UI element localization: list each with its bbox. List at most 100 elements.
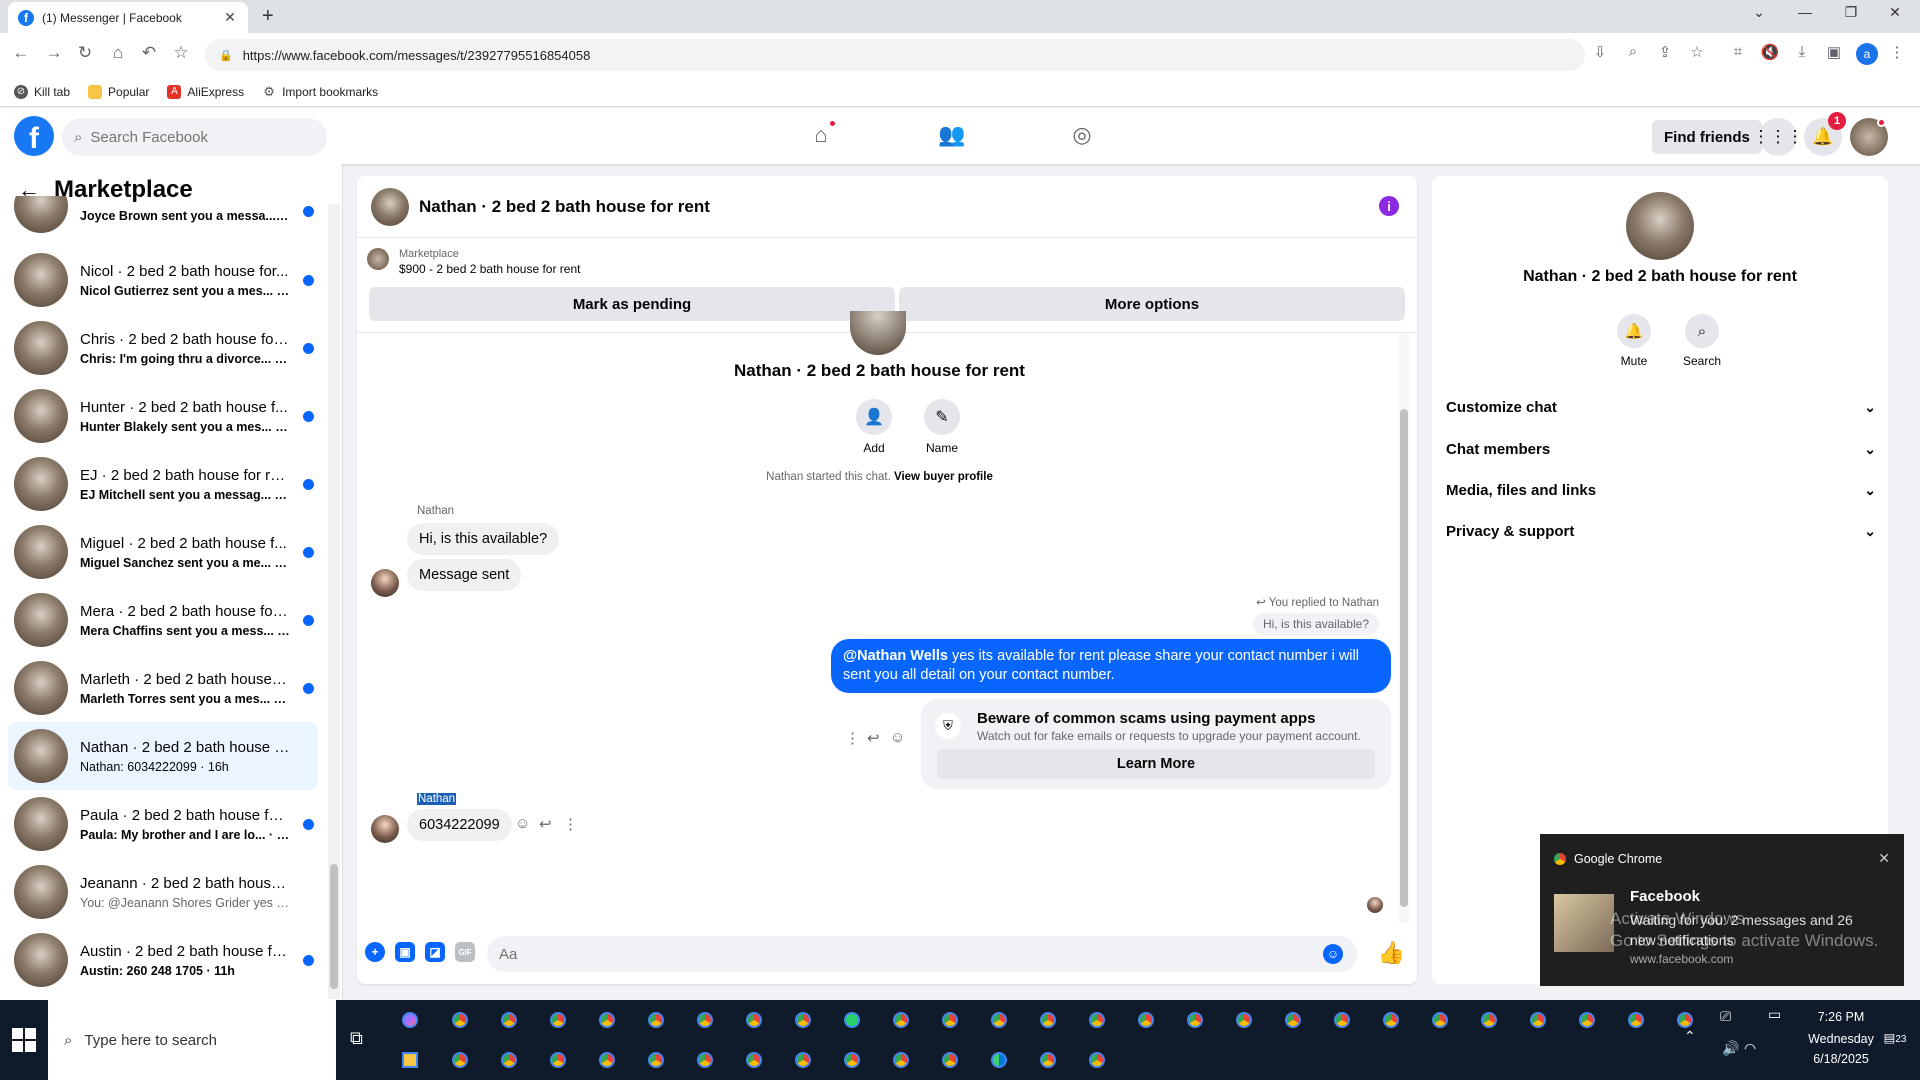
bookmark-import[interactable]: ⚙ Import bookmarks bbox=[262, 84, 378, 99]
chrome-icon[interactable] bbox=[497, 1048, 521, 1072]
privacy-support-row[interactable]: Privacy & support ⌄ bbox=[1446, 514, 1876, 548]
find-friends-button[interactable]: Find friends bbox=[1652, 120, 1762, 154]
reply-icon[interactable]: ↩ bbox=[867, 729, 880, 747]
react-emoji-icon[interactable]: ☺ bbox=[890, 729, 905, 746]
more-actions-icon[interactable]: ⋮ bbox=[845, 729, 860, 747]
chrome-icon[interactable] bbox=[1526, 1008, 1550, 1032]
close-icon[interactable]: ✕ bbox=[1878, 850, 1890, 867]
chrome-icon[interactable] bbox=[1281, 1008, 1305, 1032]
forward-icon[interactable]: → bbox=[43, 43, 65, 63]
chrome-icon[interactable] bbox=[1575, 1008, 1599, 1032]
chrome-icon[interactable] bbox=[1134, 1008, 1158, 1032]
conversation-item-active[interactable]: Nathan · 2 bed 2 bath house for... Nathan… bbox=[8, 722, 318, 790]
mark-as-pending-button[interactable]: Mark as pending bbox=[369, 287, 895, 321]
mention[interactable]: @Nathan Wells bbox=[843, 648, 948, 664]
chevron-up-icon[interactable]: ⌃ bbox=[1684, 1028, 1696, 1045]
chrome-icon[interactable] bbox=[595, 1048, 619, 1072]
tray-device-icon[interactable]: ⎚ bbox=[1720, 1008, 1731, 1025]
conversation-item[interactable]: Joyce Brown sent you a messa... · 15h bbox=[8, 196, 318, 242]
profile-avatar[interactable]: a bbox=[1856, 43, 1878, 65]
chrome-icon[interactable] bbox=[1428, 1008, 1452, 1032]
profile-avatar-large[interactable] bbox=[1626, 192, 1694, 260]
windows-start-icon[interactable] bbox=[12, 1028, 36, 1052]
chrome-icon[interactable] bbox=[1036, 1008, 1060, 1032]
conversation-item[interactable]: Jeanann · 2 bed 2 bath house fo... You: @… bbox=[8, 858, 318, 926]
conversation-item[interactable]: Paula · 2 bed 2 bath house for... Paula: … bbox=[8, 790, 318, 858]
chrome-icon[interactable] bbox=[742, 1048, 766, 1072]
bookmark-star-icon[interactable]: ☆ bbox=[170, 43, 192, 63]
conversation-item[interactable]: Mera · 2 bed 2 bath house for ... Mera Ch… bbox=[8, 586, 318, 654]
bookmark-kill-tab[interactable]: ⊘ Kill tab bbox=[14, 84, 70, 99]
chrome-icon[interactable] bbox=[889, 1008, 913, 1032]
crop-icon[interactable]: ⌗ bbox=[1727, 43, 1749, 60]
more-options-button[interactable]: More options bbox=[899, 287, 1405, 321]
chrome-icon[interactable] bbox=[1330, 1008, 1354, 1032]
sidebar-scroll-thumb[interactable] bbox=[330, 864, 338, 989]
address-bar[interactable]: 🔒 https://www.facebook.com/messages/t/23… bbox=[205, 39, 1585, 71]
marketplace-listing[interactable]: Marketplace $900 - 2 bed 2 bath house fo… bbox=[367, 248, 580, 276]
chrome-icon[interactable] bbox=[938, 1048, 962, 1072]
gif-icon[interactable]: GIF bbox=[455, 942, 475, 962]
search-input[interactable] bbox=[90, 128, 301, 146]
chrome-icon[interactable] bbox=[1085, 1048, 1109, 1072]
more-actions-icon[interactable]: ⋮ bbox=[563, 815, 578, 833]
speaker-icon[interactable]: 🔊 bbox=[1722, 1040, 1739, 1057]
home-icon[interactable]: ⌂ bbox=[107, 43, 129, 63]
action-center-icon[interactable]: ▤23 bbox=[1880, 1030, 1910, 1045]
chrome-icon[interactable] bbox=[693, 1048, 717, 1072]
sidepanel-icon[interactable]: ▣ bbox=[1823, 43, 1845, 61]
chrome-icon[interactable] bbox=[1477, 1008, 1501, 1032]
chat-members-row[interactable]: Chat members ⌄ bbox=[1446, 432, 1876, 466]
view-buyer-profile-link[interactable]: View buyer profile bbox=[894, 471, 993, 483]
chrome-icon[interactable] bbox=[1183, 1008, 1207, 1032]
mute-tab-icon[interactable]: 🔇 bbox=[1759, 43, 1781, 61]
copilot-icon[interactable] bbox=[398, 1008, 422, 1032]
conversation-item[interactable]: Nicol · 2 bed 2 bath house for... Nicol G… bbox=[8, 246, 318, 314]
chrome-icon[interactable] bbox=[546, 1008, 570, 1032]
search-chat-button[interactable]: ⌕ Search bbox=[1672, 314, 1732, 368]
name-chat-button[interactable]: ✎ Name bbox=[912, 399, 972, 455]
add-people-button[interactable]: 👤 Add bbox=[844, 399, 904, 455]
chrome-icon[interactable] bbox=[791, 1008, 815, 1032]
browser-tab[interactable]: f (1) Messenger | Facebook ✕ bbox=[8, 2, 248, 33]
received-message[interactable]: Message sent bbox=[407, 559, 522, 591]
sticker-icon[interactable]: ◪ bbox=[425, 942, 445, 962]
chat-avatar[interactable] bbox=[371, 187, 409, 226]
conversation-item[interactable]: Marleth · 2 bed 2 bath house f... Marleth… bbox=[8, 654, 318, 722]
reload-icon[interactable]: ↻ bbox=[74, 43, 96, 63]
close-tab-icon[interactable]: ✕ bbox=[222, 9, 238, 26]
clock[interactable]: 7:26 PM Wednesday 6/18/2025 bbox=[1796, 1010, 1886, 1066]
learn-more-button[interactable]: Learn More bbox=[937, 749, 1375, 779]
emoji-icon[interactable]: ☺ bbox=[1323, 944, 1343, 964]
file-explorer-icon[interactable] bbox=[398, 1048, 422, 1072]
received-message[interactable]: 6034222099 bbox=[407, 809, 512, 841]
reply-icon[interactable]: ↩ bbox=[539, 815, 552, 833]
chrome-icon[interactable] bbox=[595, 1008, 619, 1032]
message-input[interactable] bbox=[499, 945, 1299, 963]
chrome-icon[interactable] bbox=[742, 1008, 766, 1032]
menu-grid-icon[interactable]: ⋮⋮⋮ bbox=[1753, 118, 1804, 156]
conversation-item[interactable]: EJ · 2 bed 2 bath house for rent EJ Mitch… bbox=[8, 450, 318, 518]
like-thumb-icon[interactable]: 👍 bbox=[1378, 940, 1405, 966]
chrome-icon[interactable] bbox=[1036, 1048, 1060, 1072]
customize-chat-row[interactable]: Customize chat ⌄ bbox=[1446, 390, 1876, 424]
chrome-icon[interactable] bbox=[644, 1008, 668, 1032]
chrome-icon[interactable] bbox=[644, 1048, 668, 1072]
chrome-icon[interactable] bbox=[497, 1008, 521, 1032]
chrome-icon[interactable] bbox=[1232, 1008, 1256, 1032]
bookmark-aliexpress[interactable]: A AliExpress bbox=[167, 84, 244, 99]
conversation-item[interactable]: Hunter · 2 bed 2 bath house f... Hunter B… bbox=[8, 382, 318, 450]
battery-icon[interactable]: ▭ bbox=[1768, 1006, 1781, 1023]
edge-icon[interactable] bbox=[987, 1048, 1011, 1072]
restore-icon[interactable]: ❐ bbox=[1828, 4, 1874, 21]
conversation-item[interactable]: Chris · 2 bed 2 bath house for ... Chris:… bbox=[8, 314, 318, 382]
react-emoji-icon[interactable]: ☺ bbox=[515, 815, 530, 832]
chrome-icon[interactable] bbox=[938, 1008, 962, 1032]
plus-icon[interactable]: + bbox=[365, 942, 385, 962]
zoom-icon[interactable]: ⌕ bbox=[1622, 43, 1644, 60]
undo-icon[interactable]: ↶ bbox=[138, 43, 160, 63]
quoted-message[interactable]: Hi, is this available? bbox=[1252, 613, 1379, 635]
taskbar-search[interactable]: ⌕ Type here to search bbox=[48, 1000, 336, 1080]
new-tab-icon[interactable]: + bbox=[262, 5, 274, 28]
chat-scroll-thumb[interactable] bbox=[1400, 409, 1408, 907]
